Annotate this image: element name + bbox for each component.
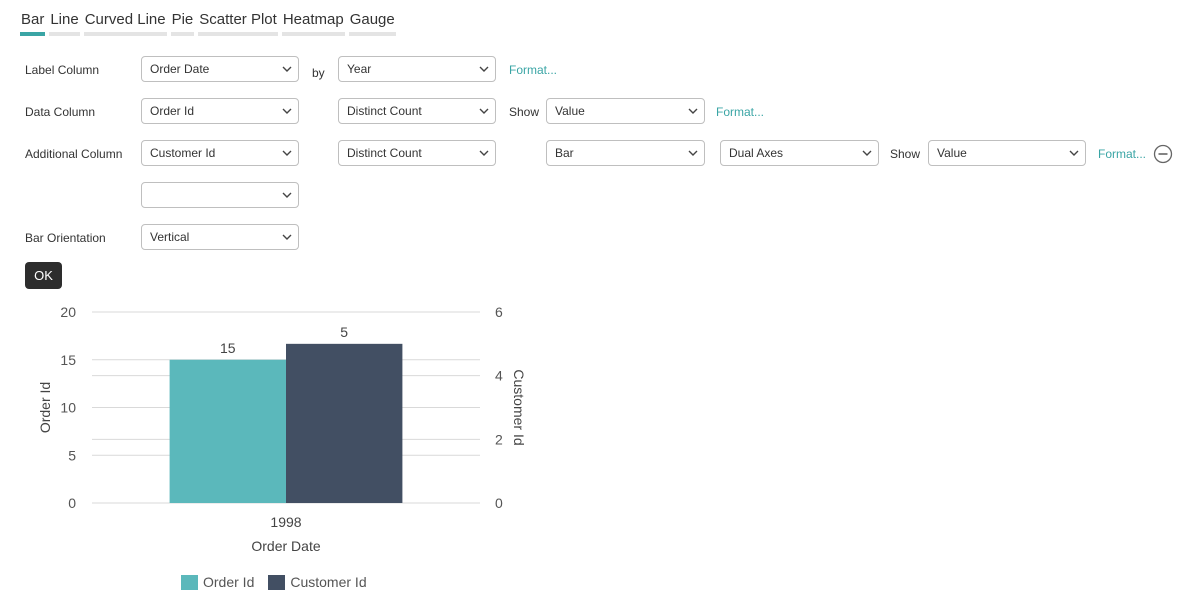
tab-bar[interactable]: Bar	[20, 8, 46, 36]
additional-show-select[interactable]: Value	[928, 140, 1086, 166]
tab-gauge[interactable]: Gauge	[348, 8, 396, 36]
date-grouping-select[interactable]: Year	[338, 56, 496, 82]
y-tick-label: 15	[60, 352, 76, 368]
label-column-value: Order Date	[150, 62, 210, 76]
chevron-down-icon	[862, 150, 872, 156]
y2-axis-title: Customer Id	[511, 369, 527, 445]
legend-label: Order Id	[203, 574, 255, 590]
date-grouping-value: Year	[347, 62, 372, 76]
y2-tick-label: 2	[495, 431, 503, 447]
bar-order-id	[169, 359, 286, 503]
y-tick-label: 5	[68, 447, 76, 463]
additional-chart-type-value: Bar	[555, 146, 574, 160]
chevron-down-icon	[282, 108, 292, 114]
chart-legend: Order Id Customer Id	[181, 574, 381, 590]
additional-column-select[interactable]: Customer Id	[141, 140, 299, 166]
additional-show-label: Show	[890, 147, 921, 161]
legend-label: Customer Id	[290, 574, 367, 590]
tab-scatter-plot[interactable]: Scatter Plot	[198, 8, 278, 36]
additional-chart-type-select[interactable]: Bar	[546, 140, 705, 166]
extra-column-select[interactable]	[141, 182, 299, 208]
y2-tick-label: 6	[495, 304, 503, 320]
label-column-select[interactable]: Order Date	[141, 56, 299, 82]
chart-type-tabs: Bar Line Curved Line Pie Scatter Plot He…	[20, 8, 396, 36]
data-aggregate-select[interactable]: Distinct Count	[338, 98, 496, 124]
bar-orientation-label: Bar Orientation	[25, 231, 106, 245]
x-tick-label: 1998	[270, 514, 301, 530]
data-show-label: Show	[509, 105, 540, 119]
bar-orientation-value: Vertical	[150, 230, 190, 244]
legend-swatch	[181, 574, 198, 590]
tab-line[interactable]: Line	[49, 8, 81, 36]
y-tick-label: 20	[60, 304, 76, 320]
tab-pie[interactable]: Pie	[170, 8, 195, 36]
chevron-down-icon	[688, 108, 698, 114]
additional-format-link[interactable]: Format...	[1098, 147, 1146, 161]
remove-circle-icon[interactable]	[1153, 144, 1173, 164]
label-format-link[interactable]: Format...	[509, 63, 557, 77]
x-axis-title: Order Date	[251, 538, 320, 554]
legend-swatch	[268, 574, 286, 590]
data-column-label: Data Column	[25, 105, 96, 119]
bar-chart: 0 5 10 15 20 0 2 4 6 15 5 1998 Order Date Order Id Cus…	[37, 304, 527, 554]
data-show-select[interactable]: Value	[546, 98, 705, 124]
tab-curved-line[interactable]: Curved Line	[83, 8, 167, 36]
additional-column-value: Customer Id	[150, 146, 216, 160]
tab-heatmap[interactable]: Heatmap	[281, 8, 345, 36]
legend-item-customer-id[interactable]: Customer Id	[268, 574, 367, 590]
label-column-label: Label Column	[25, 63, 100, 77]
axes-mode-value: Dual Axes	[729, 146, 784, 160]
additional-aggregate-value: Distinct Count	[347, 146, 422, 160]
chevron-down-icon	[479, 108, 489, 114]
chevron-down-icon	[688, 150, 698, 156]
data-show-value: Value	[555, 104, 585, 118]
ok-button[interactable]: OK	[25, 262, 62, 289]
chevron-down-icon	[282, 150, 292, 156]
additional-show-value: Value	[937, 146, 967, 160]
additional-column-label: Additional Column	[25, 147, 123, 161]
data-format-link[interactable]: Format...	[716, 105, 764, 119]
bar-customer-id	[286, 343, 403, 503]
chevron-down-icon	[282, 192, 292, 198]
bar-orientation-select[interactable]: Vertical	[141, 224, 299, 250]
data-aggregate-value: Distinct Count	[347, 104, 422, 118]
chevron-down-icon	[479, 150, 489, 156]
chevron-down-icon	[282, 66, 292, 72]
axes-mode-select[interactable]: Dual Axes	[720, 140, 879, 166]
data-column-value: Order Id	[150, 104, 195, 118]
data-column-select[interactable]: Order Id	[141, 98, 299, 124]
by-label: by	[312, 66, 325, 80]
y-axis-title: Order Id	[37, 382, 53, 433]
chevron-down-icon	[282, 234, 292, 240]
y-tick-label: 0	[68, 495, 76, 511]
chevron-down-icon	[1069, 150, 1079, 156]
bar-data-label: 5	[340, 324, 348, 340]
chevron-down-icon	[479, 66, 489, 72]
legend-item-order-id[interactable]: Order Id	[181, 574, 254, 590]
y2-tick-label: 4	[495, 368, 503, 384]
additional-aggregate-select[interactable]: Distinct Count	[338, 140, 496, 166]
y2-tick-label: 0	[495, 495, 503, 511]
bar-data-label: 15	[220, 340, 236, 356]
y-tick-label: 10	[60, 400, 76, 416]
